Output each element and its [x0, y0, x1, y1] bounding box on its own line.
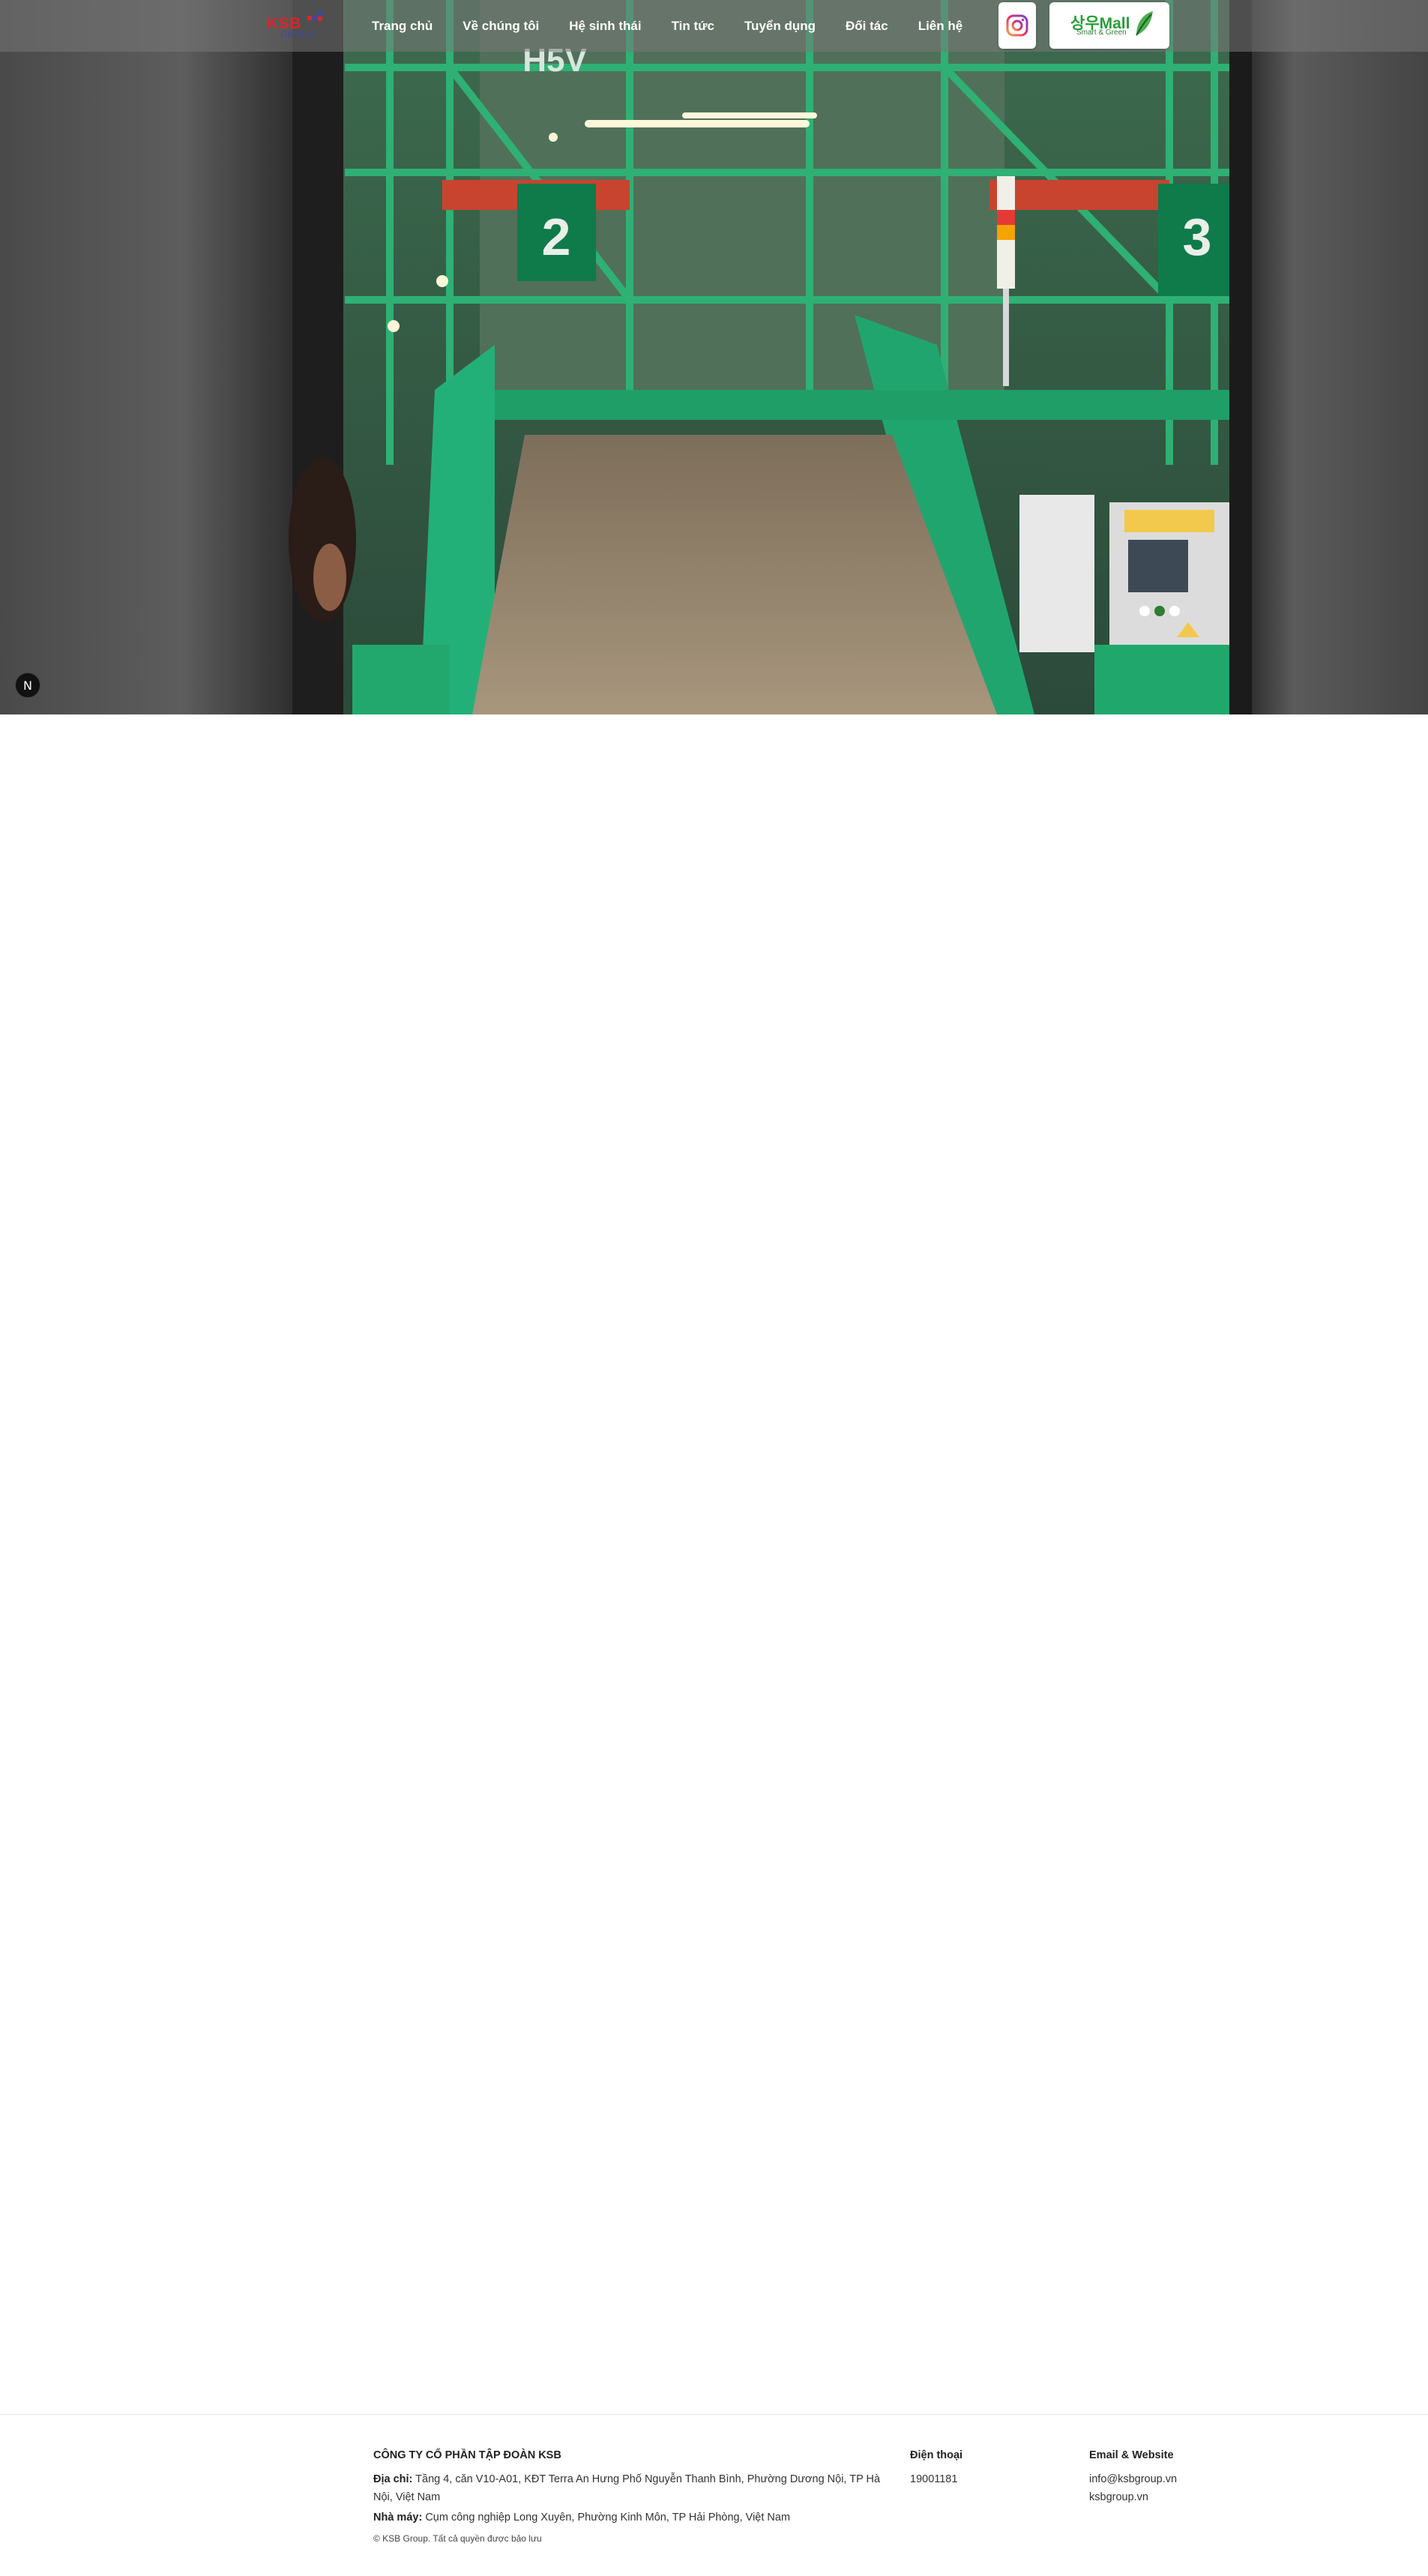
nav-ve-chung-toi[interactable]: Về chúng tôi	[463, 19, 539, 34]
website-link[interactable]: ksbgroup.vn	[1089, 2488, 1254, 2506]
factory-value: Cụm công nghiệp Long Xuyên, Phường Kinh …	[425, 2512, 791, 2524]
company-factory: Nhà máy: Cụm công nghiệp Long Xuyên, Phư…	[373, 2509, 883, 2527]
company-address: Địa chỉ: Tầng 4, căn V10-A01, KĐT Terra …	[373, 2470, 883, 2506]
leaf-icon	[1136, 11, 1153, 36]
email-link[interactable]: info@ksbgroup.vn	[1089, 2470, 1254, 2488]
hero-video: 2 3 H5V	[0, 0, 1428, 714]
nav-lien-he[interactable]: Liên hệ	[918, 19, 963, 34]
logo-mark-icon	[307, 11, 322, 21]
phone-heading: Điện thoại	[910, 2449, 963, 2461]
instagram-button[interactable]	[998, 2, 1036, 49]
hero-image: 2 3 H5V	[0, 0, 1428, 714]
instagram-icon	[1006, 14, 1028, 37]
address-value: Tầng 4, căn V10-A01, KĐT Terra An Hưng P…	[373, 2473, 881, 2503]
nav-tin-tuc[interactable]: Tin tức	[672, 19, 714, 34]
n-badge-icon[interactable]: N	[15, 672, 40, 698]
address-label: Địa chỉ:	[373, 2473, 413, 2485]
logo-subtext: GROUP	[280, 29, 316, 40]
nav-doi-tac[interactable]: Đối tác	[846, 19, 888, 34]
copyright: © KSB Group. Tất cả quyền được bảo lưu	[373, 2533, 542, 2544]
email-heading: Email & Website	[1089, 2449, 1174, 2461]
site-footer: CÔNG TY CỔ PHẦN TẬP ĐOÀN KSB Địa chỉ: Tầ…	[0, 2414, 1428, 2576]
mall-subtitle: Smart & Green	[1076, 28, 1127, 37]
site-header: KSB GROUP Trang chủ Về chúng tôi Hệ sinh…	[0, 0, 1428, 52]
rack-sign-2: 2	[542, 208, 571, 266]
factory-label: Nhà máy:	[373, 2512, 423, 2524]
company-name: CÔNG TY CỔ PHẦN TẬP ĐOÀN KSB	[373, 2449, 561, 2461]
nav-he-sinh-thai[interactable]: Hệ sinh thái	[569, 19, 641, 34]
rack-sign-3: 3	[1183, 208, 1212, 266]
sangwoo-mall-button[interactable]: 상우Mall Smart & Green	[1049, 2, 1169, 49]
nav-trang-chu[interactable]: Trang chủ	[372, 19, 433, 34]
footer-email: Email & Website info@ksbgroup.vn ksbgrou…	[1089, 2446, 1254, 2506]
nav-tuyen-dung[interactable]: Tuyển dụng	[744, 19, 816, 34]
ksb-logo[interactable]: KSB GROUP	[267, 9, 324, 42]
footer-phone: Điện thoại 19001181	[910, 2446, 1060, 2488]
footer-company: CÔNG TY CỔ PHẦN TẬP ĐOÀN KSB Địa chỉ: Tầ…	[373, 2446, 883, 2548]
phone-number[interactable]: 19001181	[910, 2470, 1060, 2488]
main-nav: Trang chủ Về chúng tôi Hệ sinh thái Tin …	[372, 0, 962, 52]
